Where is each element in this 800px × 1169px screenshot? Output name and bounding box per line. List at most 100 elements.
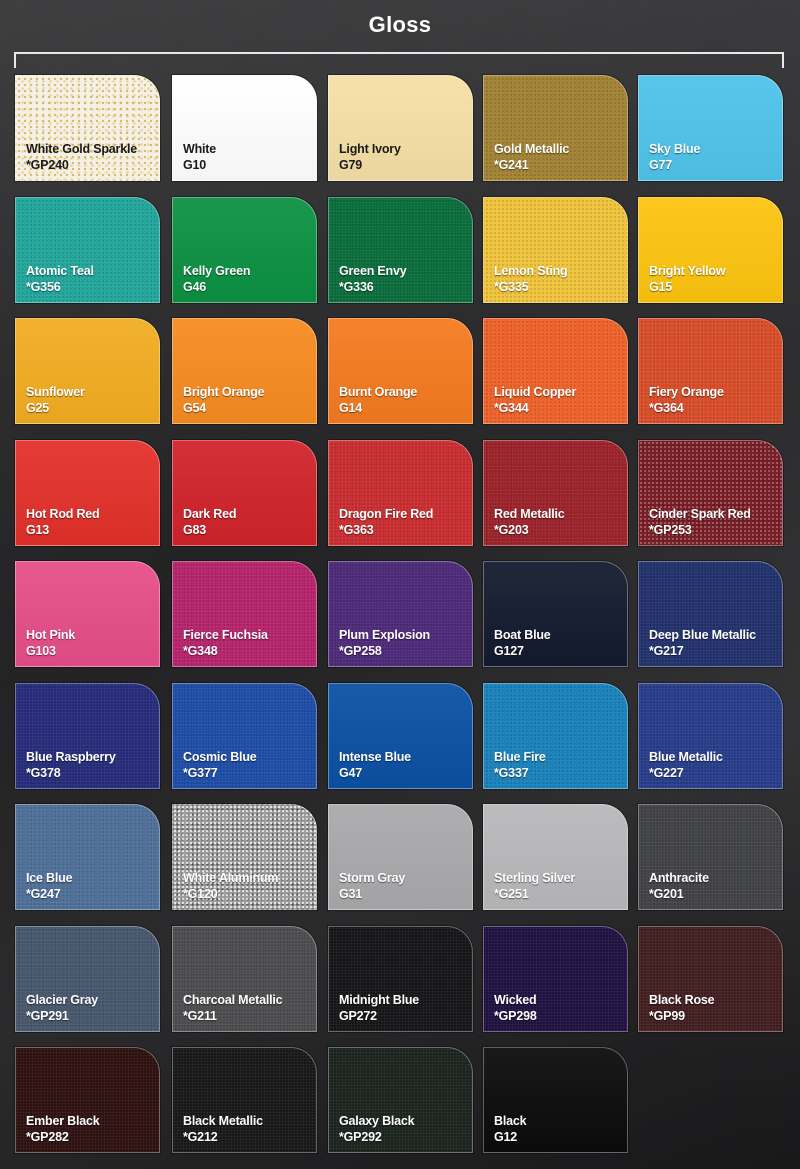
swatch-color-name: Blue Fire xyxy=(494,750,546,764)
swatch-color-name: Dark Red xyxy=(183,507,237,521)
swatch-color-code: *GP282 xyxy=(26,1130,69,1144)
swatch-color-code: *G336 xyxy=(339,280,374,294)
color-swatch: Blue Fire *G337 xyxy=(483,683,628,789)
color-swatch: Bright Yellow G15 xyxy=(638,197,783,303)
color-swatch: White Aluminum *G120 xyxy=(172,804,317,910)
color-swatch: Blue Metallic *G227 xyxy=(638,683,783,789)
swatch-color-name: Blue Metallic xyxy=(649,750,723,764)
swatch-label: Kelly Green G46 xyxy=(183,263,250,295)
swatch-color-code: G13 xyxy=(26,523,50,537)
color-swatch: Black G12 xyxy=(483,1047,628,1153)
color-swatch: Green Envy *G336 xyxy=(328,197,473,303)
swatch-color-code: G47 xyxy=(339,766,363,780)
color-chart: Gloss White Gold Sparkle *GP240 White G10 Li… xyxy=(0,0,800,1169)
swatch-color-name: Plum Explosion xyxy=(339,628,430,642)
swatch-label: Gold Metallic *G241 xyxy=(494,141,569,173)
swatch-color-code: G46 xyxy=(183,280,207,294)
swatch-color-name: Cosmic Blue xyxy=(183,750,257,764)
swatch-label: Midnight Blue GP272 xyxy=(339,992,419,1024)
color-swatch: Dragon Fire Red *G363 xyxy=(328,440,473,546)
swatch-label: Hot Pink G103 xyxy=(26,627,75,659)
swatch-color-code: *G348 xyxy=(183,644,218,658)
color-swatch: Wicked *GP298 xyxy=(483,926,628,1032)
swatch-label: Liquid Copper *G344 xyxy=(494,384,576,416)
swatch-color-name: Burnt Orange xyxy=(339,385,418,399)
swatch-label: Ice Blue *G247 xyxy=(26,870,73,902)
color-swatch: Light Ivory G79 xyxy=(328,75,473,181)
swatch-color-code: *G335 xyxy=(494,280,529,294)
swatch-color-name: Green Envy xyxy=(339,264,407,278)
swatch-color-name: Wicked xyxy=(494,993,537,1007)
swatch-color-name: Bright Yellow xyxy=(649,264,726,278)
swatch-label: Sunflower G25 xyxy=(26,384,85,416)
swatch-color-code: *G120 xyxy=(183,887,218,901)
swatch-label: Black G12 xyxy=(494,1113,527,1145)
swatch-color-code: *G241 xyxy=(494,158,529,172)
swatch-color-code: *G377 xyxy=(183,766,218,780)
swatch-color-code: *G344 xyxy=(494,401,529,415)
swatch-color-code: *GP99 xyxy=(649,1009,685,1023)
swatch-color-code: G15 xyxy=(649,280,673,294)
color-swatch: Lemon Sting *G335 xyxy=(483,197,628,303)
swatch-color-name: White xyxy=(183,142,217,156)
swatch-color-code: G10 xyxy=(183,158,207,172)
color-swatch: Red Metallic *G203 xyxy=(483,440,628,546)
color-swatch: Hot Pink G103 xyxy=(15,561,160,667)
swatch-color-name: Blue Raspberry xyxy=(26,750,116,764)
color-swatch: White Gold Sparkle *GP240 xyxy=(15,75,160,181)
swatch-color-code: G127 xyxy=(494,644,524,658)
swatch-label: Dragon Fire Red *G363 xyxy=(339,506,433,538)
swatch-label: White Aluminum *G120 xyxy=(183,870,279,902)
color-swatch: Liquid Copper *G344 xyxy=(483,318,628,424)
swatch-label: Cinder Spark Red *GP253 xyxy=(649,506,751,538)
swatch-color-name: Black Rose xyxy=(649,993,715,1007)
swatch-color-code: *G247 xyxy=(26,887,61,901)
swatch-color-code: *G356 xyxy=(26,280,61,294)
swatch-color-code: *GP292 xyxy=(339,1130,382,1144)
color-swatch: Glacier Gray *GP291 xyxy=(15,926,160,1032)
swatch-color-name: Boat Blue xyxy=(494,628,551,642)
swatch-color-code: *G364 xyxy=(649,401,684,415)
swatch-label: Cosmic Blue *G377 xyxy=(183,749,257,781)
color-swatch: Gold Metallic *G241 xyxy=(483,75,628,181)
color-swatch: Storm Gray G31 xyxy=(328,804,473,910)
swatch-color-code: *G203 xyxy=(494,523,529,537)
swatch-color-name: Galaxy Black xyxy=(339,1114,415,1128)
color-swatch: Galaxy Black *GP292 xyxy=(328,1047,473,1153)
swatch-color-name: Dragon Fire Red xyxy=(339,507,434,521)
color-swatch: Fierce Fuchsia *G348 xyxy=(172,561,317,667)
swatch-color-code: *G217 xyxy=(649,644,684,658)
swatch-color-name: Sky Blue xyxy=(649,142,701,156)
swatch-color-name: Glacier Gray xyxy=(26,993,98,1007)
swatch-color-code: G12 xyxy=(494,1130,518,1144)
color-swatch: Intense Blue G47 xyxy=(328,683,473,789)
color-swatch: Anthracite *G201 xyxy=(638,804,783,910)
color-swatch: Cinder Spark Red *GP253 xyxy=(638,440,783,546)
swatch-label: Lemon Sting *G335 xyxy=(494,263,568,295)
swatch-label: Wicked *GP298 xyxy=(494,992,537,1024)
swatch-label: Plum Explosion *GP258 xyxy=(339,627,430,659)
swatch-label: Red Metallic *G203 xyxy=(494,506,565,538)
swatch-color-name: Sunflower xyxy=(26,385,85,399)
swatch-color-name: Red Metallic xyxy=(494,507,565,521)
swatch-color-name: Fiery Orange xyxy=(649,385,724,399)
color-swatch: Atomic Teal *G356 xyxy=(15,197,160,303)
swatch-color-name: White Gold Sparkle xyxy=(26,142,137,156)
swatch-label: Blue Metallic *G227 xyxy=(649,749,723,781)
swatch-color-name: Charcoal Metallic xyxy=(183,993,283,1007)
swatch-label: Boat Blue G127 xyxy=(494,627,551,659)
swatch-label: Fierce Fuchsia *G348 xyxy=(183,627,268,659)
swatch-color-name: Atomic Teal xyxy=(26,264,94,278)
swatch-label: Black Metallic *G212 xyxy=(183,1113,263,1145)
swatch-color-name: Lemon Sting xyxy=(494,264,568,278)
swatch-color-name: Bright Orange xyxy=(183,385,265,399)
swatch-label: Bright Orange G54 xyxy=(183,384,265,416)
swatch-label: Ember Black *GP282 xyxy=(26,1113,100,1145)
color-swatch: Plum Explosion *GP258 xyxy=(328,561,473,667)
swatch-label: Light Ivory G79 xyxy=(339,141,401,173)
swatch-color-code: *G337 xyxy=(494,766,529,780)
swatch-label: Glacier Gray *GP291 xyxy=(26,992,98,1024)
swatch-color-name: Storm Gray xyxy=(339,871,406,885)
color-swatch: Bright Orange G54 xyxy=(172,318,317,424)
swatch-color-name: Gold Metallic xyxy=(494,142,570,156)
